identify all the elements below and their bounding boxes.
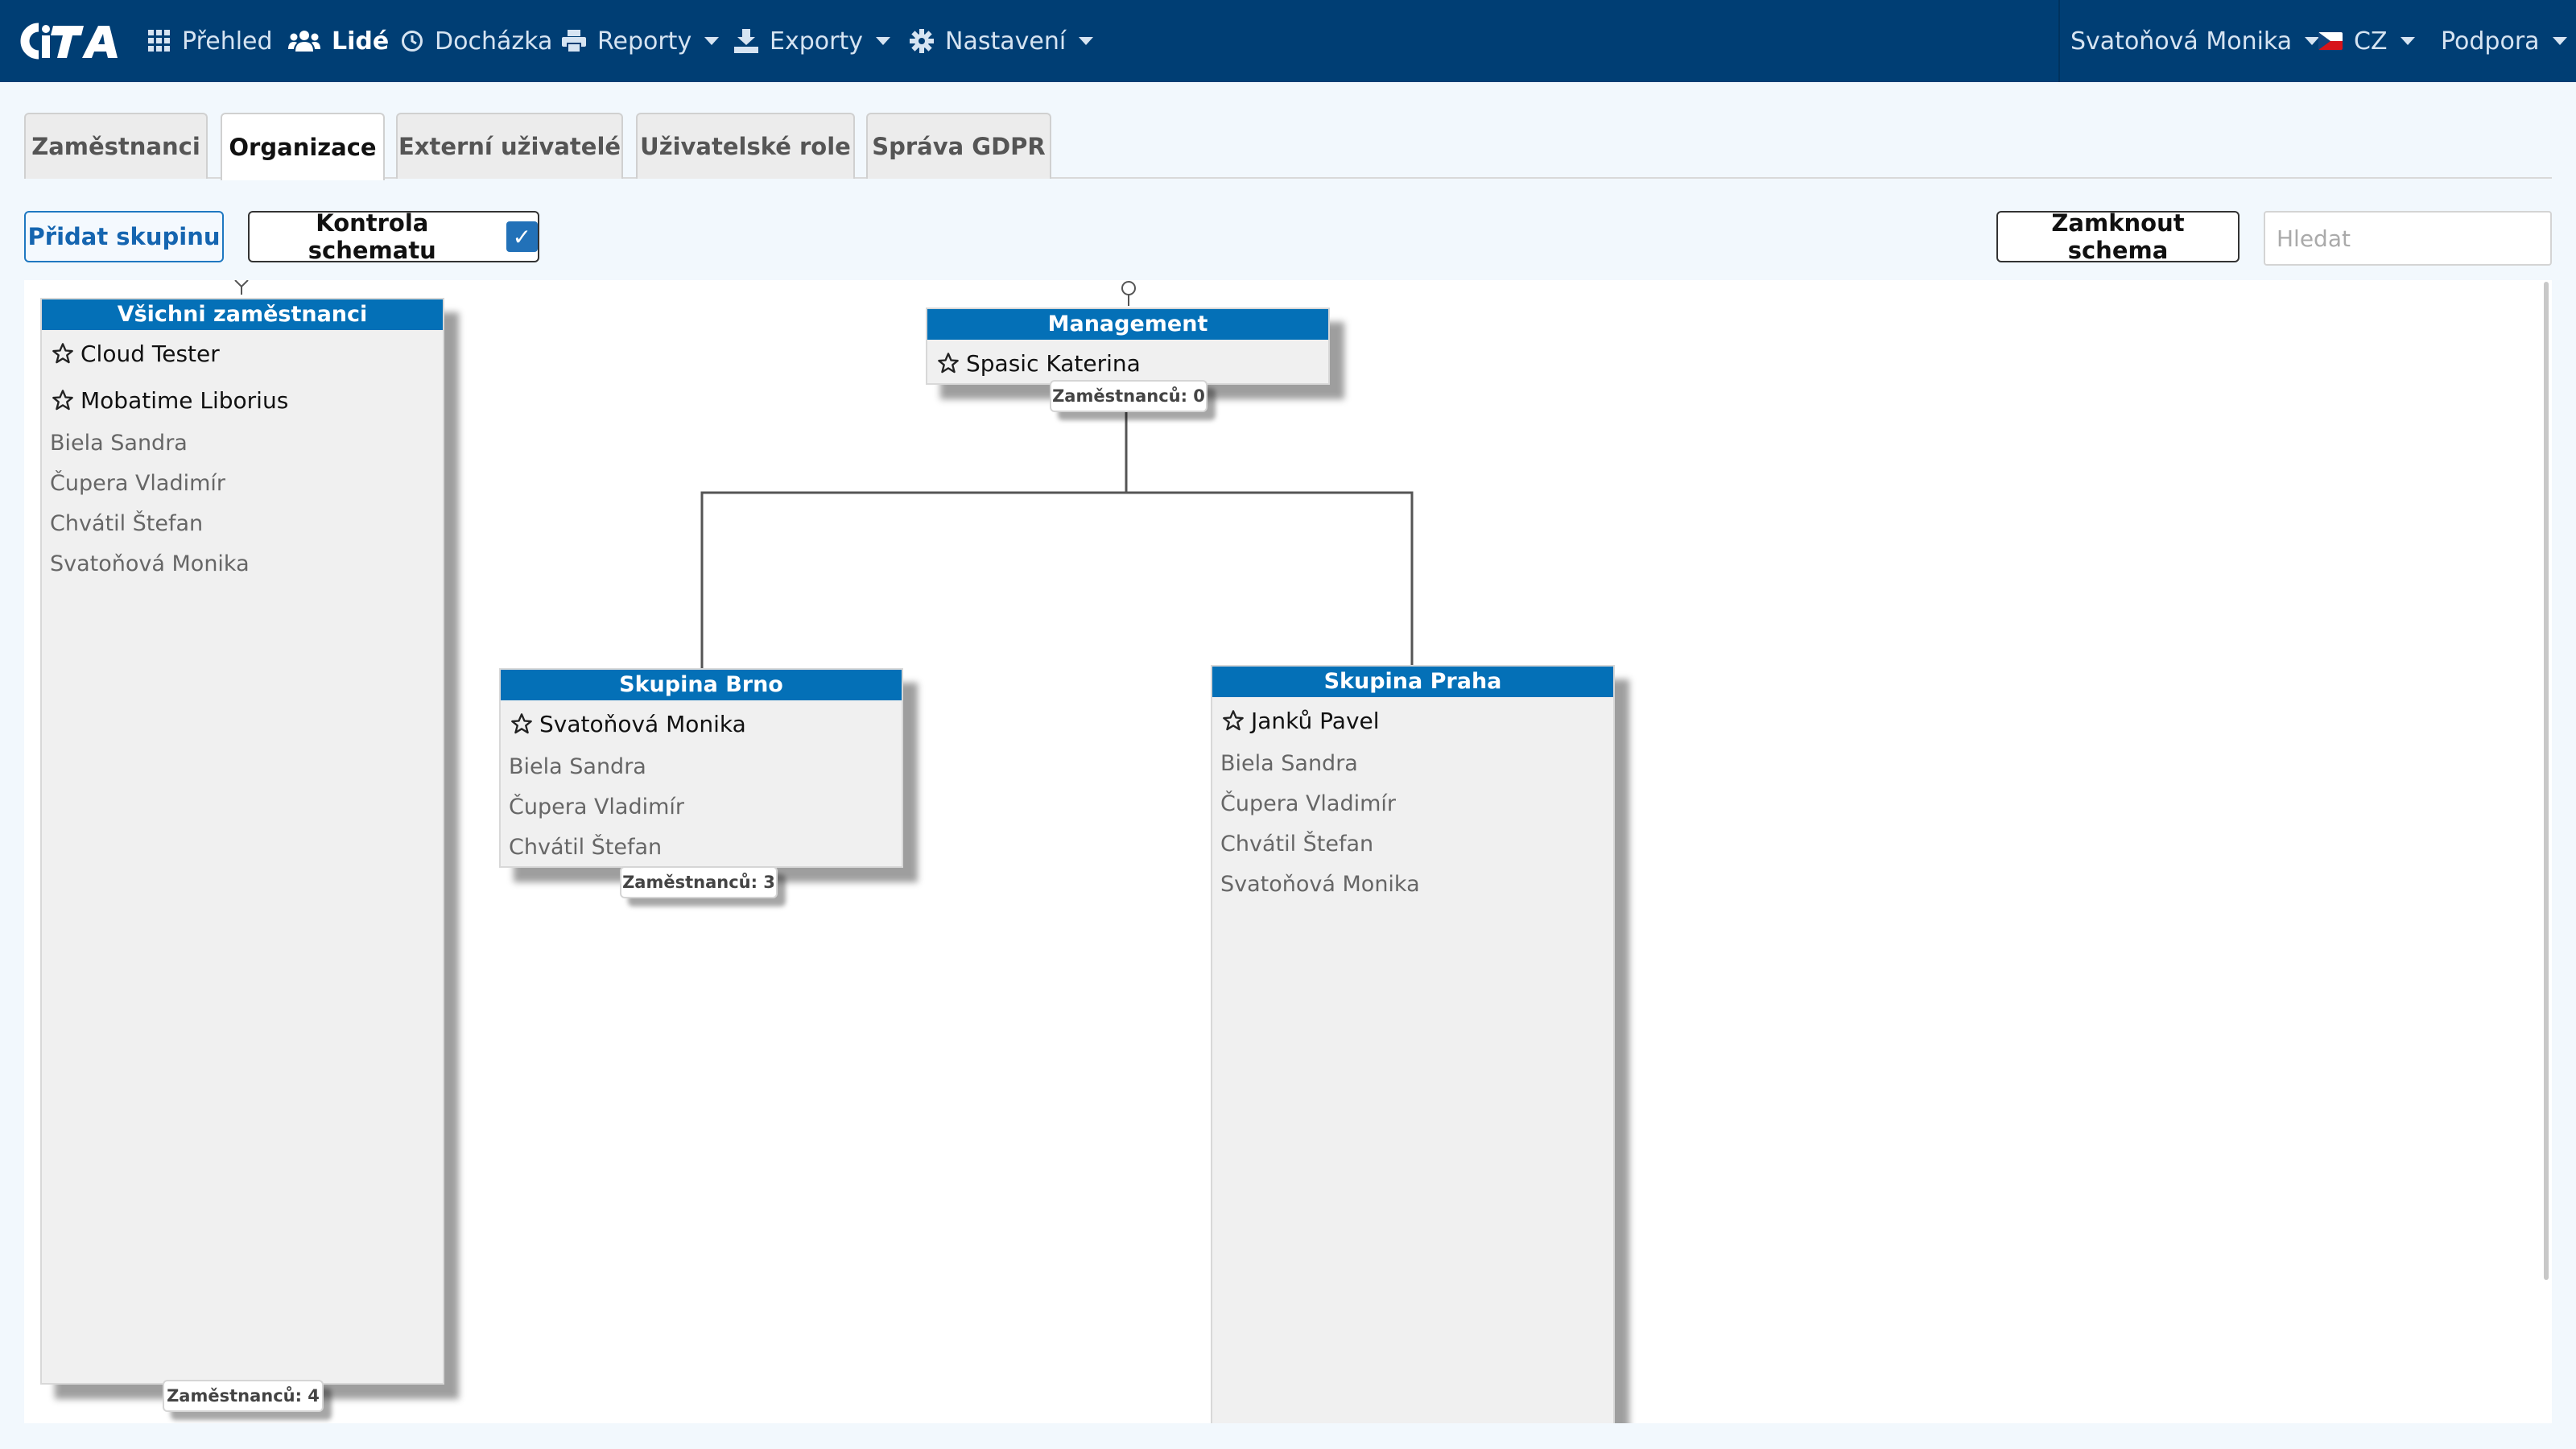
group-title: Skupina Praha	[1212, 667, 1613, 697]
star-icon	[510, 712, 533, 735]
star-icon	[937, 352, 960, 374]
leader-name: Mobatime Liborius	[80, 386, 289, 414]
chevron-down-icon	[2400, 37, 2415, 45]
group-node-management[interactable]: Management Spasic Katerina	[926, 308, 1330, 385]
group-leader[interactable]: Janků Pavel	[1212, 697, 1613, 744]
gear-icon	[910, 29, 934, 53]
group-leader[interactable]: Cloud Tester	[42, 330, 443, 377]
group-leader[interactable]: Svatoňová Monika	[501, 700, 902, 747]
chevron-down-icon	[2305, 37, 2320, 45]
czech-flag-icon	[2318, 32, 2343, 50]
nav-label: Exporty	[770, 27, 863, 56]
group-member[interactable]: Biela Sandra	[501, 747, 902, 787]
canvas-scrollbar[interactable]	[2544, 282, 2549, 1280]
top-navbar: Přehled Lidé Docházka Reporty Exporty Na…	[0, 0, 2576, 82]
support-label: Podpora	[2441, 27, 2540, 56]
cita-logo[interactable]	[14, 18, 122, 64]
group-node-all-employees[interactable]: Všichni zaměstnanci Cloud Tester Mobatim…	[40, 298, 444, 1385]
export-icon	[734, 29, 758, 53]
leader-name: Spasic Katerina	[966, 349, 1141, 377]
star-icon	[1222, 709, 1245, 732]
group-member[interactable]: Chvátil Štefan	[42, 504, 443, 544]
language-menu[interactable]: CZ	[2318, 0, 2415, 82]
chevron-down-icon	[875, 37, 890, 45]
nav-item-people[interactable]: Lidé	[288, 0, 389, 82]
nav-item-reports[interactable]: Reporty	[562, 0, 720, 82]
group-leader[interactable]: Mobatime Liborius	[42, 377, 443, 423]
grid-icon	[148, 30, 171, 52]
users-icon	[288, 30, 320, 52]
nav-item-exports[interactable]: Exporty	[734, 0, 890, 82]
chevron-down-icon	[2552, 37, 2567, 45]
language-label: CZ	[2354, 27, 2388, 56]
connector-handle[interactable]	[234, 280, 249, 288]
tab-user-roles[interactable]: Uživatelské role	[636, 113, 855, 179]
nav-label: Přehled	[182, 27, 273, 56]
group-member[interactable]: Čupera Vladimír	[42, 464, 443, 504]
group-member[interactable]: Svatoňová Monika	[42, 544, 443, 584]
tab-gdpr[interactable]: Správa GDPR	[866, 113, 1051, 179]
group-member[interactable]: Biela Sandra	[1212, 744, 1613, 784]
lock-schema-button[interactable]: Zamknout schema	[1996, 209, 2240, 264]
leader-name: Janků Pavel	[1251, 707, 1380, 734]
connector-handle[interactable]	[1121, 281, 1136, 295]
leader-name: Svatoňová Monika	[539, 710, 746, 737]
clock-icon	[401, 30, 423, 52]
search-input[interactable]	[2264, 211, 2552, 266]
nav-label: Reporty	[597, 27, 692, 56]
group-member[interactable]: Čupera Vladimír	[501, 787, 902, 828]
nav-label: Lidé	[332, 27, 390, 56]
employee-count-badge: Zaměstnanců: 3	[620, 866, 778, 898]
schema-check-button[interactable]: Kontrola schematu ✓	[248, 209, 539, 264]
schema-check-label: Kontrola schematu	[308, 209, 436, 264]
group-title: Všichni zaměstnanci	[42, 299, 443, 330]
nav-item-attendance[interactable]: Docházka	[401, 0, 552, 82]
chevron-down-icon	[1079, 37, 1094, 45]
group-node-praha[interactable]: Skupina Praha Janků Pavel Biela Sandra Č…	[1211, 665, 1615, 1423]
printer-icon	[562, 30, 586, 52]
leader-name: Cloud Tester	[80, 340, 220, 367]
nav-item-settings[interactable]: Nastavení	[910, 0, 1094, 82]
star-icon	[52, 389, 74, 411]
tab-external-users[interactable]: Externí uživatelé	[396, 113, 623, 179]
group-title: Skupina Brno	[501, 670, 902, 700]
support-menu[interactable]: Podpora	[2441, 0, 2567, 82]
nav-label: Docházka	[435, 27, 553, 56]
group-member[interactable]: Svatoňová Monika	[1212, 865, 1613, 905]
checkmark-icon: ✓	[506, 221, 538, 252]
user-name: Svatoňová Monika	[2070, 27, 2293, 56]
chevron-down-icon	[704, 37, 720, 45]
user-menu[interactable]: Svatoňová Monika	[2070, 0, 2320, 82]
nav-item-overview[interactable]: Přehled	[148, 0, 273, 82]
tab-organization[interactable]: Organizace	[221, 113, 385, 180]
group-title: Management	[927, 309, 1328, 340]
group-member[interactable]: Biela Sandra	[42, 423, 443, 464]
nav-label: Nastavení	[945, 27, 1067, 56]
group-member[interactable]: Chvátil Štefan	[501, 828, 902, 868]
group-node-brno[interactable]: Skupina Brno Svatoňová Monika Biela Sand…	[499, 668, 903, 868]
employee-count-badge: Zaměstnanců: 0	[1050, 380, 1208, 412]
add-group-button[interactable]: Přidat skupinu	[24, 211, 224, 262]
group-member[interactable]: Chvátil Štefan	[1212, 824, 1613, 865]
group-member[interactable]: Čupera Vladimír	[1212, 784, 1613, 824]
org-chart-canvas: Všichni zaměstnanci Cloud Tester Mobatim…	[24, 280, 2552, 1423]
tab-employees[interactable]: Zaměstnanci	[24, 113, 208, 179]
nav-divider	[2058, 0, 2060, 82]
employee-count-badge: Zaměstnanců: 4	[163, 1380, 324, 1412]
star-icon	[52, 342, 74, 365]
